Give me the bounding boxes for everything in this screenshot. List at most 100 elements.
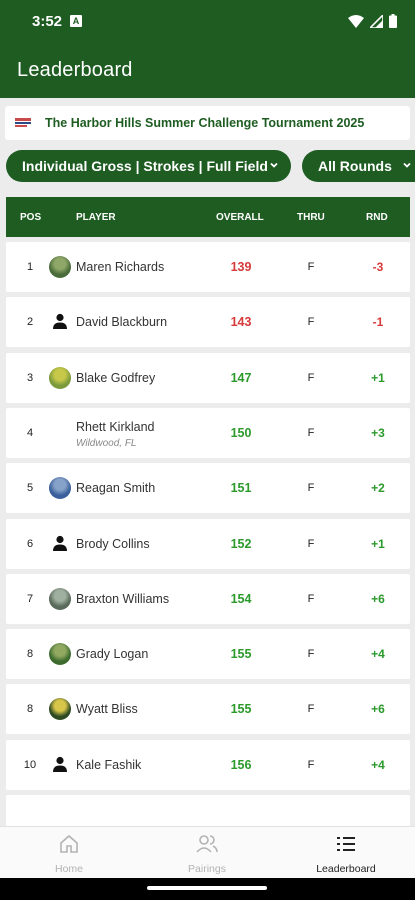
page-title: Leaderboard: [17, 58, 133, 81]
rounds-filter-label: All Rounds: [318, 158, 392, 174]
player-name: Brody Collins: [76, 536, 150, 551]
table-row[interactable]: 5 Reagan Smith 151 F +2: [6, 463, 410, 514]
row-position: 3: [26, 371, 34, 384]
wifi-icon: [348, 14, 364, 28]
row-position: 4: [26, 426, 34, 439]
nav-leaderboard[interactable]: Leaderboard: [277, 833, 415, 875]
person-icon: [53, 756, 67, 772]
round-score: +4: [371, 757, 385, 772]
avatar: [49, 587, 71, 610]
battery-icon: [389, 14, 397, 28]
avatar: [49, 643, 71, 666]
table-row[interactable]: 3 Blake Godfrey 147 F +1: [6, 352, 410, 403]
table-row[interactable]: 8 Wyatt Bliss 155 F +6: [6, 684, 410, 735]
notification-icon: A: [70, 15, 83, 27]
thru-value: F: [307, 648, 315, 661]
nav-leaderboard-label: Leaderboard: [316, 863, 376, 875]
overall-score: 155: [230, 647, 252, 662]
thru-value: F: [307, 261, 315, 273]
app-bar: Leaderboard: [0, 42, 415, 98]
nav-pairings-label: Pairings: [188, 863, 226, 875]
people-icon: [196, 835, 218, 853]
status-time-group: 3:52 A: [32, 12, 83, 30]
row-position: 8: [26, 648, 34, 661]
round-score: +2: [371, 481, 385, 496]
overall-score: 152: [230, 536, 252, 551]
round-score: +1: [371, 370, 385, 385]
thru-value: F: [307, 426, 315, 439]
tournament-title: The Harbor Hills Summer Challenge Tourna…: [45, 116, 365, 130]
overall-score: 155: [230, 702, 252, 717]
overall-score: 139: [230, 260, 252, 274]
thru-value: F: [307, 592, 315, 605]
overall-score: 154: [230, 591, 252, 606]
thru-value: F: [307, 482, 315, 495]
thru-value: F: [307, 703, 315, 716]
player-name: Reagan Smith: [76, 481, 156, 496]
tournament-logo-icon: [13, 115, 33, 131]
table-row[interactable]: 6 Brody Collins 152 F +1: [6, 518, 410, 569]
nav-home[interactable]: Home: [0, 833, 138, 875]
player-name: Maren Richards: [76, 260, 165, 274]
table-row[interactable]: 7 Braxton Williams 154 F +6: [6, 573, 410, 624]
row-position: 1: [26, 261, 34, 273]
player-name: David Blackburn: [76, 315, 168, 330]
player-name: Blake Godfrey: [76, 370, 156, 385]
tournament-banner[interactable]: The Harbor Hills Summer Challenge Tourna…: [5, 106, 410, 140]
table-row[interactable]: 4 Rhett Kirkland Wildwood, FL 150 F +3: [6, 407, 410, 458]
player-name: Grady Logan: [76, 647, 149, 662]
round-score: +3: [371, 425, 385, 440]
bottom-nav: Home Pairings Leaderboard: [0, 826, 415, 878]
player-location: Wildwood, FL: [76, 437, 137, 449]
row-position: 5: [26, 482, 34, 495]
row-position: 10: [23, 758, 37, 771]
player-name: Rhett Kirkland: [76, 419, 155, 434]
nav-home-label: Home: [54, 863, 83, 875]
overall-score: 147: [230, 370, 252, 385]
thru-value: F: [307, 371, 315, 384]
status-time: 3:52: [32, 12, 63, 30]
chevron-down-icon: [270, 162, 278, 168]
nav-pairings[interactable]: Pairings: [138, 833, 276, 875]
player-name: Kale Fashik: [76, 757, 142, 772]
header-thru: THRU: [297, 212, 325, 223]
round-score: -1: [372, 315, 384, 330]
avatar: [49, 366, 71, 389]
row-position: 8: [26, 703, 34, 716]
row-position: 2: [26, 316, 34, 329]
player-name: Wyatt Bliss: [76, 702, 138, 717]
signal-icon: [370, 14, 383, 28]
row-position: 7: [26, 592, 34, 605]
header-overall: OVERALL: [216, 212, 264, 223]
header-player: PLAYER: [76, 212, 116, 223]
table-row[interactable]: 10 Kale Fashik 156 F +4: [6, 739, 410, 790]
overall-score: 156: [230, 757, 252, 772]
table-row[interactable]: 1 Maren Richards 139 F -3: [6, 242, 410, 292]
status-bar: 3:52 A: [0, 0, 415, 42]
status-icons: [348, 14, 397, 28]
list-icon: [337, 837, 355, 851]
overall-score: 150: [230, 425, 252, 440]
home-gesture-handle[interactable]: [147, 886, 267, 890]
table-row[interactable]: 2 David Blackburn 143 F -1: [6, 297, 410, 348]
leaderboard-header: POS PLAYER OVERALL THRU RND: [6, 197, 410, 237]
round-score: +6: [371, 591, 385, 606]
thru-value: F: [307, 316, 315, 329]
home-icon: [60, 834, 78, 853]
row-position: 6: [26, 537, 34, 550]
table-row[interactable]: 8 Grady Logan 155 F +4: [6, 629, 410, 680]
field-filter-label: Individual Gross | Strokes | Full Field: [22, 158, 268, 174]
thru-value: F: [307, 758, 315, 771]
round-score: -3: [372, 260, 384, 274]
field-filter-dropdown[interactable]: Individual Gross | Strokes | Full Field: [6, 150, 291, 182]
gesture-bar: [0, 878, 415, 900]
round-score: +1: [371, 536, 385, 551]
rounds-filter-dropdown[interactable]: All Rounds: [302, 150, 415, 182]
player-name: Braxton Williams: [76, 591, 170, 606]
person-icon: [53, 314, 67, 330]
filter-bar: Individual Gross | Strokes | Full Field …: [0, 150, 415, 184]
round-score: +6: [371, 702, 385, 717]
thru-value: F: [307, 537, 315, 550]
header-pos: POS: [20, 212, 42, 223]
overall-score: 151: [230, 481, 252, 496]
